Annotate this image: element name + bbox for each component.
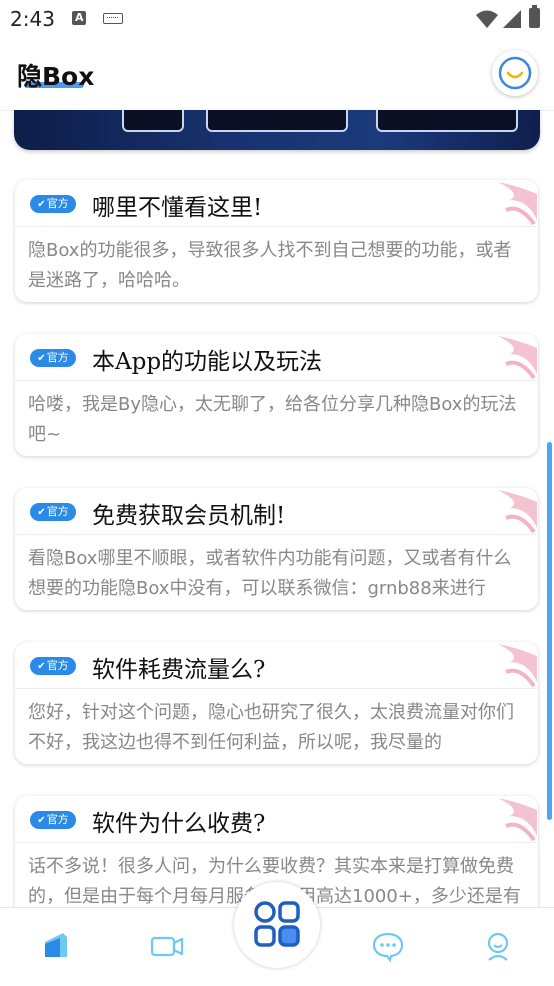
battery-icon	[529, 5, 540, 28]
check-icon: ✔	[37, 507, 46, 518]
nav-apps-button[interactable]	[234, 882, 320, 968]
nav-profile[interactable]	[478, 926, 518, 966]
bird-decoration-icon	[498, 182, 537, 226]
badge-label: 官方	[46, 813, 69, 826]
card-title: 免费获取会员机制!	[92, 503, 286, 529]
nav-home[interactable]	[36, 926, 76, 966]
profile-icon	[487, 932, 509, 961]
bird-decoration-icon	[498, 798, 537, 842]
wifi-icon	[476, 10, 498, 28]
card-divider	[15, 688, 538, 689]
card-divider	[15, 226, 538, 227]
carousel-banner[interactable]	[14, 110, 540, 150]
check-icon: ✔	[37, 661, 46, 672]
card-body: 隐Box的功能很多，导致很多人找不到自己想要的功能，或者是迷路了，哈哈哈。	[28, 240, 512, 291]
card-divider	[15, 380, 538, 381]
check-icon: ✔	[37, 815, 46, 826]
nav-chat[interactable]	[368, 926, 408, 966]
badge-label: 官方	[46, 351, 69, 364]
video-icon	[150, 936, 184, 957]
announcement-card[interactable]: ✔官方 本App的功能以及玩法 哈喽，我是By隐心，太无聊了，给各位分享几种隐B…	[15, 334, 538, 456]
announcement-card[interactable]: ✔官方 软件耗费流量么? 您好，针对这个问题，隐心也研究了很久，太浪费流量对你们…	[15, 642, 538, 764]
official-badge: ✔官方	[30, 811, 76, 829]
badge-label: 官方	[46, 505, 69, 518]
apps-icon	[254, 901, 300, 947]
smiley-avatar-button[interactable]	[492, 50, 538, 96]
status-time: 2:43	[10, 7, 55, 31]
check-icon: ✔	[37, 199, 46, 210]
card-divider	[15, 534, 538, 535]
banner-tile	[122, 110, 184, 132]
card-body: 哈喽，我是By隐心，太无聊了，给各位分享几种隐Box的玩法吧~	[28, 394, 517, 445]
card-title: 软件为什么收费?	[92, 811, 266, 837]
home-icon	[45, 933, 67, 957]
official-badge: ✔官方	[30, 349, 76, 367]
official-badge: ✔官方	[30, 657, 76, 675]
banner-tile	[376, 110, 518, 132]
cell-signal-icon	[503, 10, 521, 28]
notification-a-icon	[72, 11, 86, 25]
app-header: 隐Box	[0, 38, 554, 111]
announcement-card[interactable]: ✔官方 哪里不懂看这里! 隐Box的功能很多，导致很多人找不到自己想要的功能，或…	[15, 180, 538, 302]
nav-video[interactable]	[147, 926, 187, 966]
status-bar: 2:43	[0, 0, 554, 38]
card-title: 哪里不懂看这里!	[92, 195, 263, 221]
card-body: 您好，针对这个问题，隐心也研究了很久，太浪费流量对你们不好，我这边也得不到任何利…	[28, 702, 514, 753]
bird-decoration-icon	[498, 336, 537, 380]
app-title: 隐Box	[17, 62, 95, 91]
card-divider	[15, 842, 538, 843]
announcement-card[interactable]: ✔官方 免费获取会员机制! 看隐Box哪里不顺眼，或者软件内功能有问题，又或者有…	[15, 488, 538, 610]
badge-label: 官方	[46, 197, 69, 210]
card-title: 本App的功能以及玩法	[92, 349, 323, 375]
scrollbar[interactable]	[547, 442, 552, 820]
bird-decoration-icon	[498, 644, 537, 688]
chat-icon	[372, 932, 404, 963]
check-icon: ✔	[37, 353, 46, 364]
card-body: 看隐Box哪里不顺眼，或者软件内功能有问题，又或者有什么想要的功能隐Box中没有…	[28, 548, 512, 599]
card-title: 软件耗费流量么?	[92, 657, 266, 683]
bird-decoration-icon	[498, 490, 537, 534]
official-badge: ✔官方	[30, 195, 76, 213]
banner-tile	[206, 110, 348, 132]
smiley-icon	[498, 56, 532, 90]
keyboard-icon	[103, 13, 123, 24]
official-badge: ✔官方	[30, 503, 76, 521]
badge-label: 官方	[46, 659, 69, 672]
